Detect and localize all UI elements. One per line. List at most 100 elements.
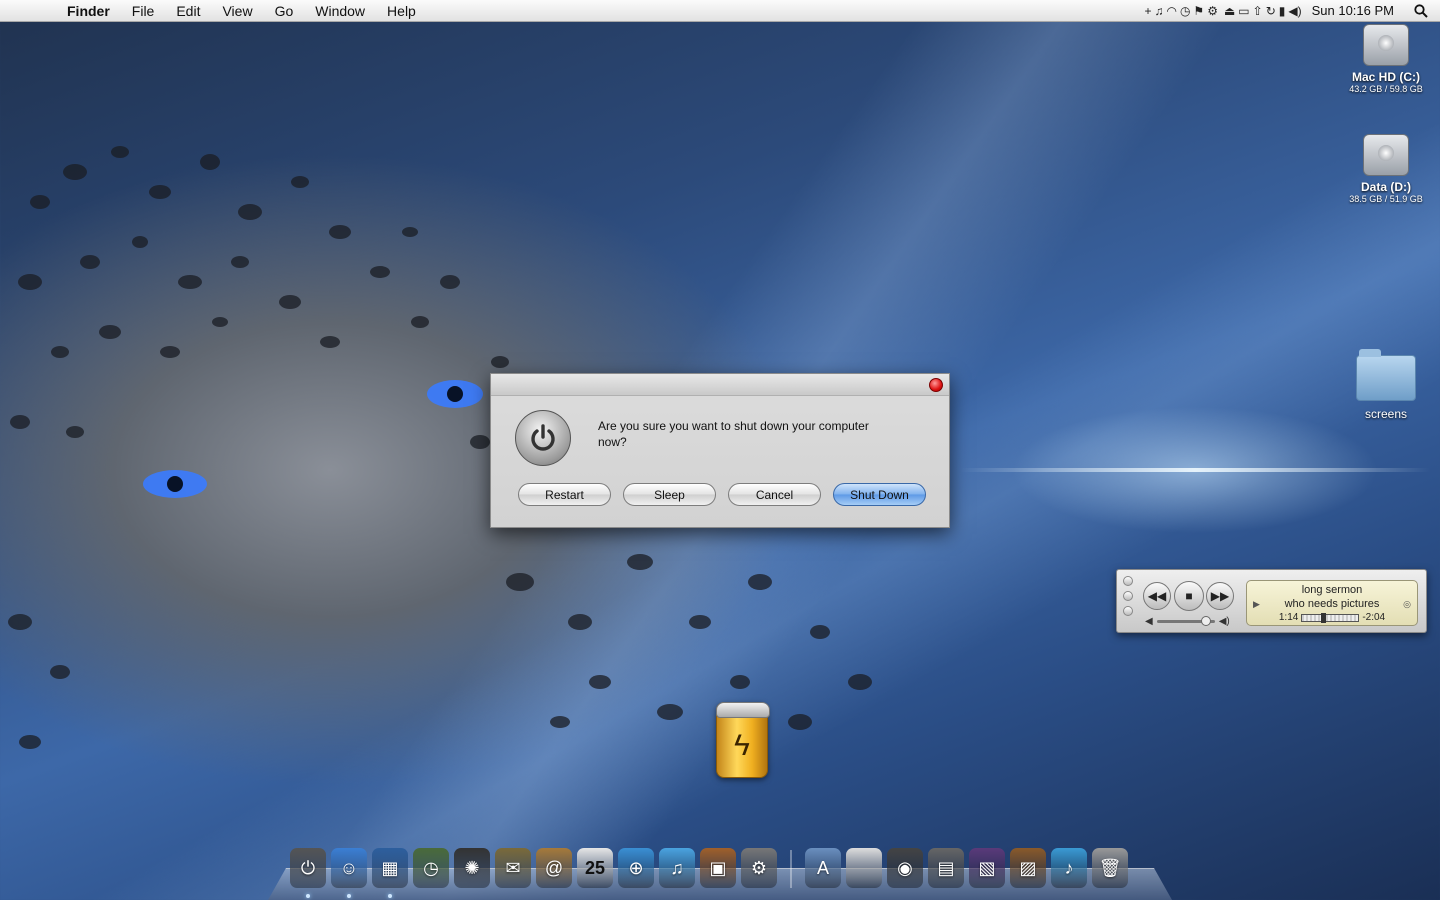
documents-icon: ▤ <box>937 857 955 878</box>
volume-slider[interactable] <box>1156 616 1215 626</box>
shutdown-dialog: Are you sure you want to shut down your … <box>490 373 950 528</box>
dock-item-iphoto[interactable]: ▣ <box>700 848 736 888</box>
eject-icon[interactable]: ⏏ <box>1224 4 1235 18</box>
menu-go[interactable]: Go <box>264 3 305 19</box>
playback-position-marker[interactable] <box>1321 613 1327 623</box>
dock-item-itunes-alt[interactable]: ♪ <box>1051 848 1087 888</box>
stop-button[interactable]: ■ <box>1174 581 1204 611</box>
system-preferences-icon: ⚙ <box>750 857 768 878</box>
dock-item-ical[interactable]: 25 <box>577 848 613 888</box>
airplay-icon[interactable]: ⇧ <box>1253 4 1263 18</box>
dock-item-documents[interactable]: ▤ <box>928 848 964 888</box>
desktop-icon-capacity: 43.2 GB / 59.8 GB <box>1349 84 1423 94</box>
safari-icon: ⊕ <box>628 857 644 878</box>
dock-item-camera[interactable]: ◉ <box>887 848 923 888</box>
time-machine-icon[interactable]: ↻ <box>1266 4 1276 18</box>
menu-window[interactable]: Window <box>304 3 376 19</box>
desktop-icon-label: Data (D:) <box>1361 180 1411 194</box>
desktop-icon-data[interactable]: Data (D:) 38.5 GB / 51.9 GB <box>1331 134 1440 204</box>
dock-item-itunes[interactable]: ♫ <box>659 848 695 888</box>
desktop-icon-screens[interactable]: screens <box>1331 349 1440 421</box>
desktop-icon-label: Mac HD (C:) <box>1352 70 1420 84</box>
dock-item-dashboard-widgets[interactable]: ✺ <box>454 848 490 888</box>
dock-item-mail[interactable]: ✉ <box>495 848 531 888</box>
status-icons: + ♫ ◠ ◷ ⚑ ⚙ ⏏ ▭ ⇧ ↻ ▮ ◀) <box>1144 4 1301 18</box>
dialog-titlebar[interactable] <box>491 374 949 396</box>
display-icon[interactable]: ▭ <box>1238 4 1249 18</box>
dock-item-system-preferences[interactable]: ⚙ <box>741 848 777 888</box>
camera-icon: ◉ <box>897 857 913 878</box>
fast-forward-icon: ▶▶ <box>1210 589 1230 603</box>
dock: ⏻ ☺ ▦ ◷ ✺ ✉ @25 ⊕ ♫ ▣ ⚙ A ◉ ▤ ▧ ▨ ♪ 🗑 <box>290 848 1128 898</box>
dock-item-safari[interactable]: ⊕ <box>618 848 654 888</box>
trash-icon: 🗑 <box>1098 857 1122 878</box>
applications-icon: A <box>816 857 829 878</box>
wifi-icon[interactable]: ◠ <box>1166 4 1176 18</box>
dashboard-widgets-icon: ✺ <box>464 857 480 878</box>
shut-down-button[interactable]: Shut Down <box>833 483 926 506</box>
folder-icon <box>1356 349 1416 401</box>
gears-icon[interactable]: ⚙ <box>1207 4 1218 18</box>
dock-item-finder[interactable]: ☺ <box>331 848 367 898</box>
clock-icon[interactable]: ◷ <box>1180 4 1190 18</box>
now-playing-title: long sermon <box>1301 584 1363 596</box>
photos-icon: ▧ <box>978 857 996 878</box>
close-icon[interactable] <box>929 378 943 392</box>
dashboard-icon: ▦ <box>381 857 399 878</box>
dock-item-dashboard[interactable]: ▦ <box>372 848 408 898</box>
dock-item-pictures[interactable]: ▨ <box>1010 848 1046 888</box>
volume-control: ◀ ◀) <box>1145 616 1230 627</box>
player-window-buttons <box>1123 576 1133 616</box>
running-indicator <box>306 894 310 898</box>
player-minimize-button[interactable] <box>1123 591 1133 601</box>
running-indicator <box>347 894 351 898</box>
dock-item-photos[interactable]: ▧ <box>969 848 1005 888</box>
dock-item-time-machine[interactable]: ◷ <box>413 848 449 888</box>
dock-item-applications[interactable]: A <box>805 848 841 888</box>
dialog-message: Are you sure you want to shut down your … <box>598 419 869 449</box>
play-indicator-icon: ▶ <box>1253 599 1260 609</box>
menu-view[interactable]: View <box>211 3 263 19</box>
dock-item-trash[interactable]: 🗑 <box>1092 848 1128 888</box>
dock-item-address-book[interactable]: @ <box>536 848 572 888</box>
volume-slider-knob[interactable] <box>1200 616 1211 626</box>
menu-edit[interactable]: Edit <box>165 3 211 19</box>
power-icon: ⏻ <box>300 857 316 878</box>
rewind-button[interactable]: ◀◀ <box>1143 582 1171 610</box>
cancel-button[interactable]: Cancel <box>728 483 821 506</box>
fast-forward-button[interactable]: ▶▶ <box>1206 582 1234 610</box>
hard-drive-icon <box>1363 24 1409 66</box>
itunes-icon: ♫ <box>670 857 684 878</box>
dock-item-preview[interactable] <box>846 848 882 888</box>
menu-finder[interactable]: Finder <box>56 3 121 19</box>
spotlight-search-icon[interactable] <box>1412 2 1430 20</box>
dock-separator <box>790 850 792 888</box>
dock-item-power[interactable]: ⏻ <box>290 848 326 898</box>
volume-low-icon: ◀ <box>1145 616 1153 627</box>
menu-clock[interactable]: Sun 10:16 PM <box>1312 3 1394 18</box>
playback-progress-bar[interactable] <box>1301 613 1360 623</box>
player-close-button[interactable] <box>1123 576 1133 586</box>
remaining-time: -2:04 <box>1362 612 1386 623</box>
rewind-icon: ◀◀ <box>1147 589 1167 603</box>
music-note-icon[interactable]: ♫ <box>1154 4 1163 18</box>
battery-icon[interactable]: ▮ <box>1279 4 1286 18</box>
ical-icon: 25 <box>584 857 606 878</box>
shuffle-icon[interactable]: ◎ <box>1403 597 1411 611</box>
sleep-button[interactable]: Sleep <box>623 483 716 506</box>
restart-button[interactable]: Restart <box>518 483 611 506</box>
desktop-icon-mac-hd[interactable]: Mac HD (C:) 43.2 GB / 59.8 GB <box>1331 24 1440 94</box>
volume-icon[interactable]: ◀) <box>1288 4 1301 18</box>
battery-widget-icon[interactable]: ϟ <box>716 702 770 778</box>
pictures-icon: ▨ <box>1019 857 1037 878</box>
menu-help[interactable]: Help <box>376 3 427 19</box>
playback-time-row: 1:14 -2:04 <box>1247 611 1417 625</box>
flag-icon[interactable]: ⚑ <box>1193 4 1204 18</box>
plus-icon[interactable]: + <box>1144 4 1151 18</box>
wallpaper-apple-logo-icon <box>1150 410 1245 520</box>
menu-file[interactable]: File <box>121 3 166 19</box>
now-playing-artist: who needs pictures <box>1284 598 1380 610</box>
address-book-icon: @ <box>544 857 564 878</box>
player-zoom-button[interactable] <box>1123 606 1133 616</box>
menu-bar: Finder File Edit View Go Window Help + ♫… <box>0 0 1440 22</box>
